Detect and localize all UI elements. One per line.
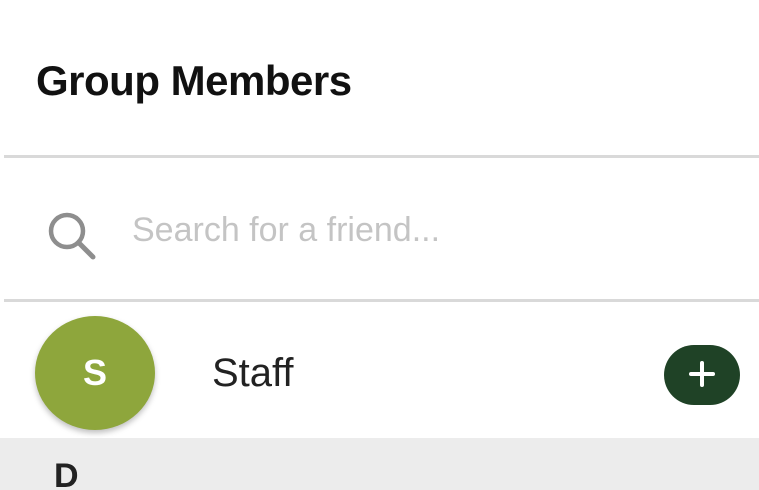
search-input[interactable] <box>132 204 692 256</box>
member-row-staff[interactable]: S Staff <box>0 302 759 438</box>
section-letter: D <box>54 457 79 490</box>
search-bar[interactable] <box>0 158 759 299</box>
add-member-button[interactable] <box>664 345 740 405</box>
group-members-screen: Group Members S Staff D <box>0 0 759 490</box>
avatar-letter: S <box>82 352 107 393</box>
header: Group Members <box>0 0 759 156</box>
avatar: S <box>35 316 155 430</box>
search-icon <box>44 208 100 264</box>
plus-icon <box>687 359 717 392</box>
page-title: Group Members <box>36 57 352 104</box>
section-header-d: D <box>0 438 759 490</box>
member-name: Staff <box>212 351 294 395</box>
